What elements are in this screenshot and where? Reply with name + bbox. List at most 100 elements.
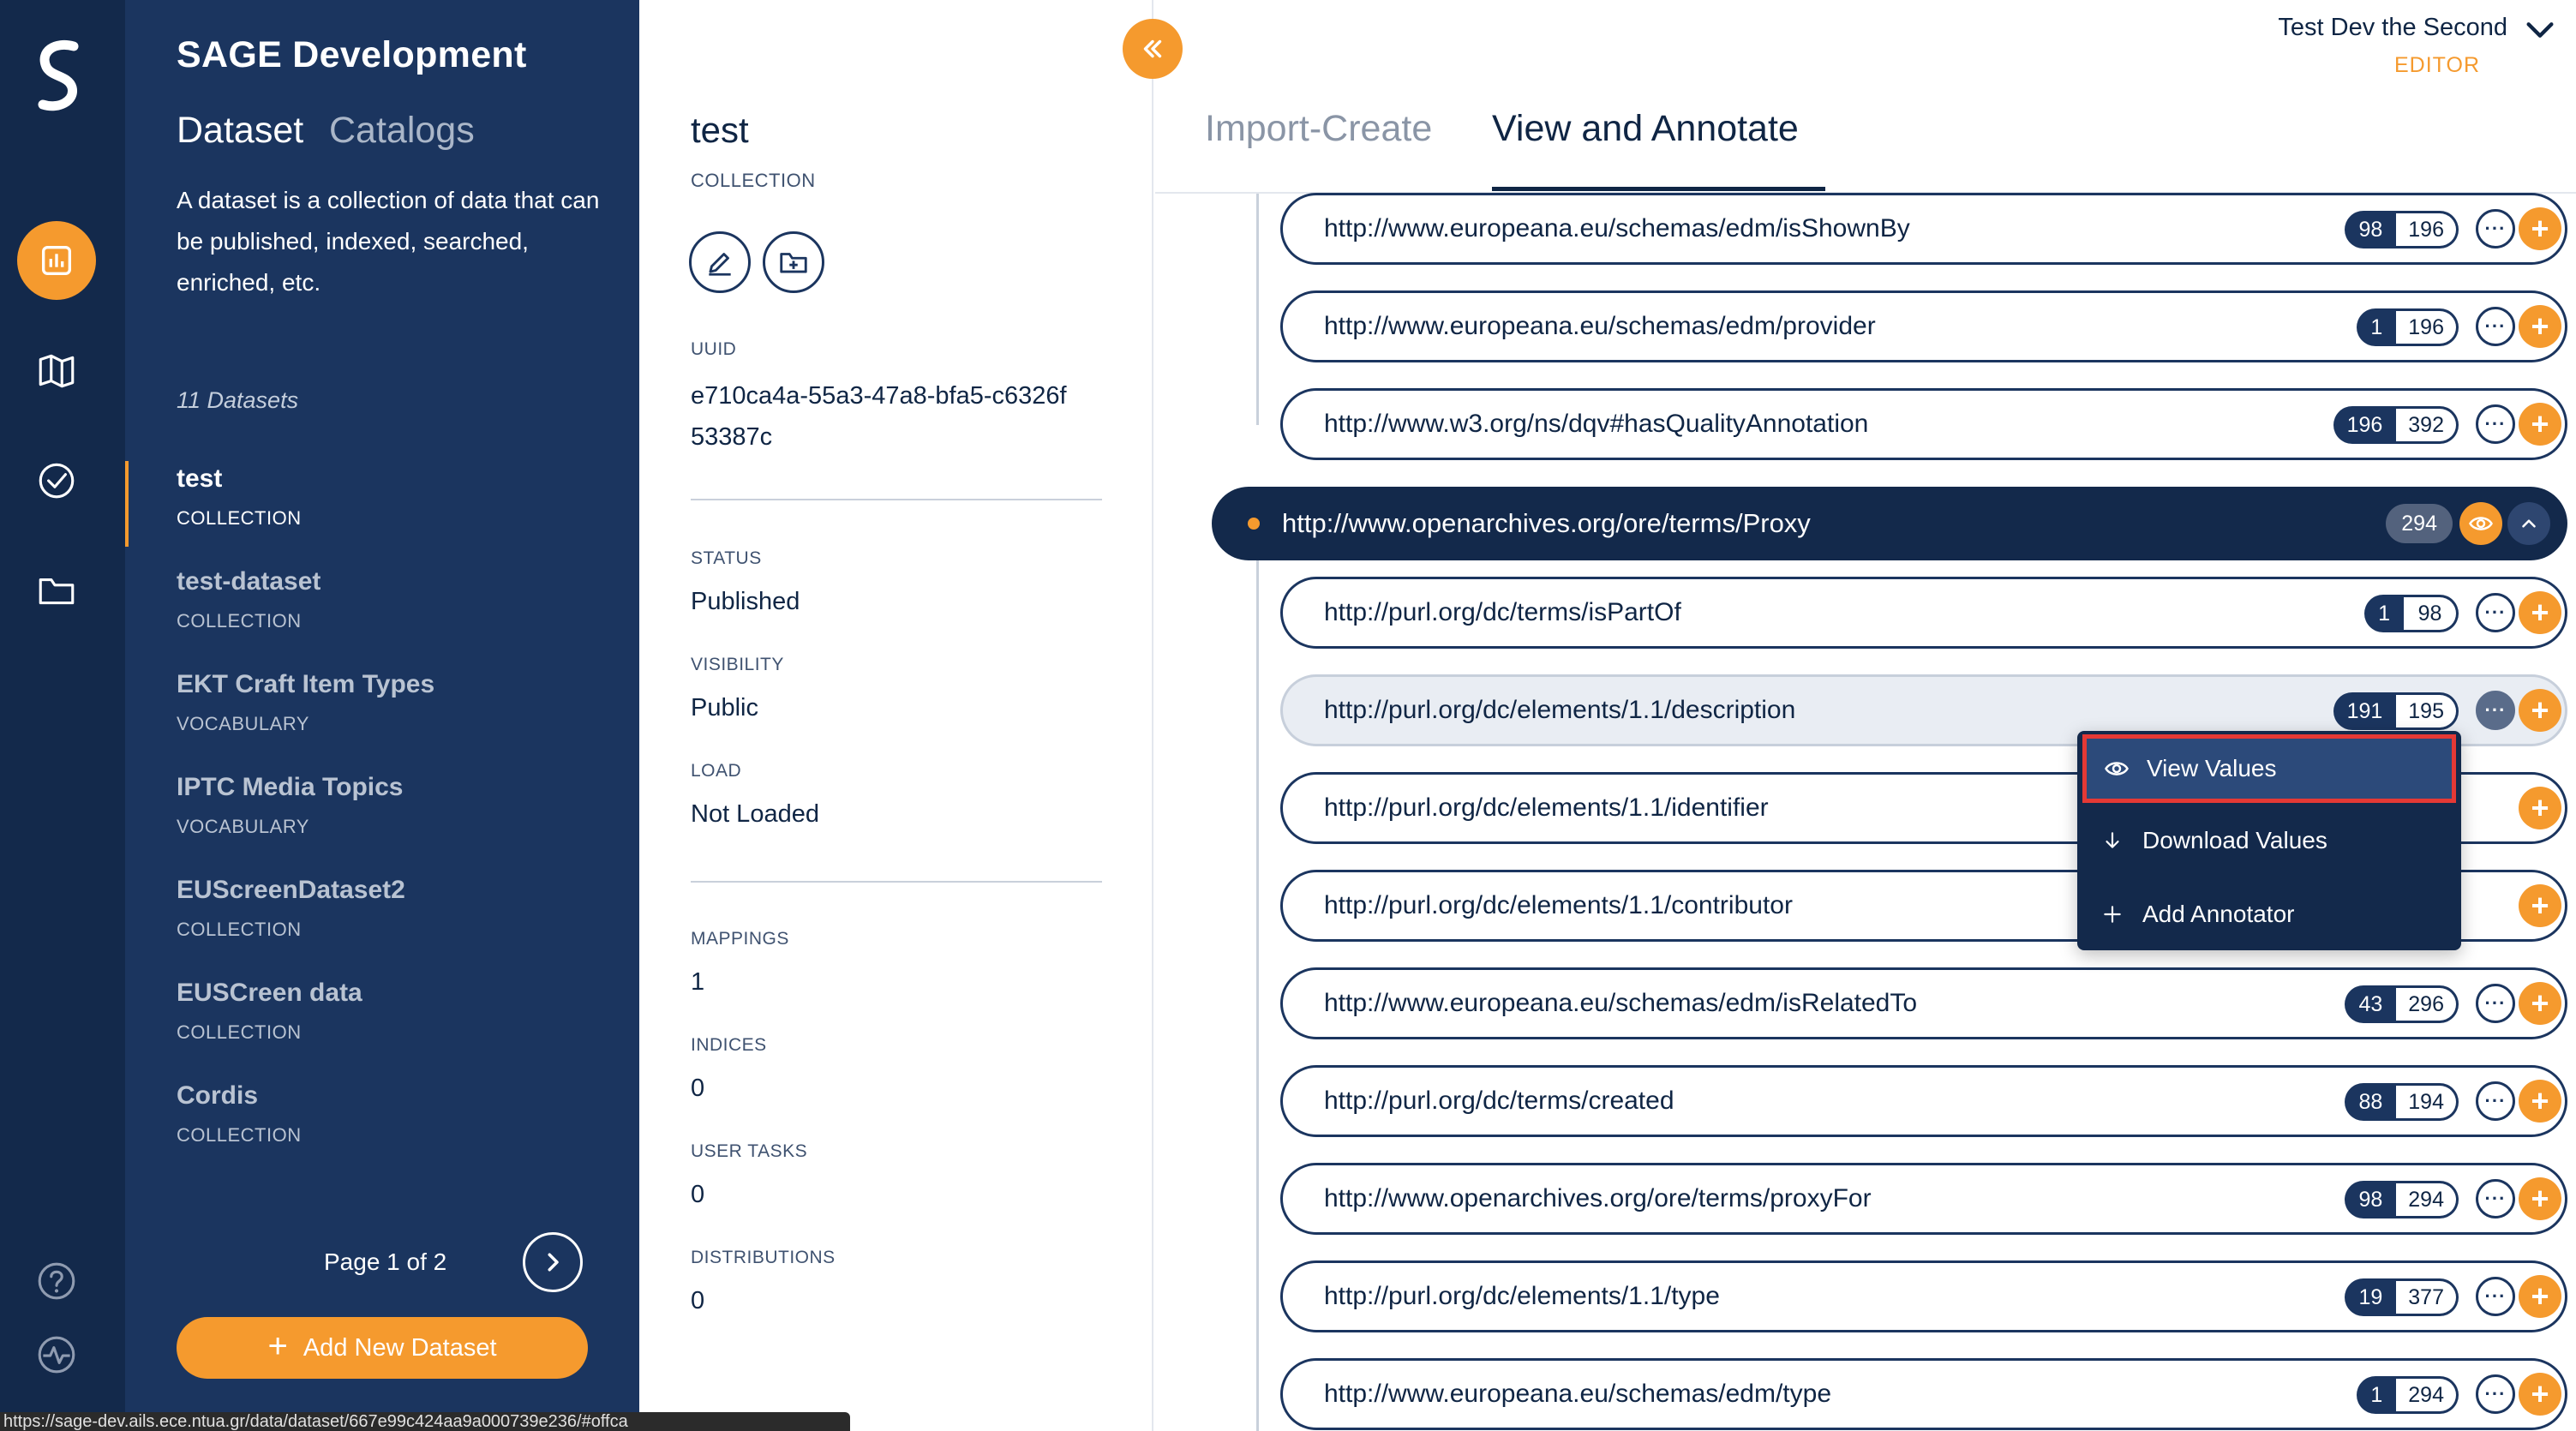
user-tasks-value: 0: [691, 1181, 705, 1208]
eye-icon: [2087, 756, 2147, 781]
count-pill: 1 196: [2357, 308, 2459, 346]
add-button[interactable]: +: [2519, 1177, 2561, 1220]
property-uri: http://purl.org/dc/terms/isPartOf: [1324, 598, 1681, 626]
count-total: 194: [2396, 1083, 2459, 1121]
count-pill: 1 294: [2357, 1376, 2459, 1414]
more-options-button[interactable]: ···: [2476, 1374, 2515, 1414]
property-row[interactable]: http://purl.org/dc/elements/1.1/type 19 3…: [1280, 1260, 2567, 1332]
map-icon[interactable]: [32, 345, 81, 395]
dataset-item[interactable]: EUScreenDataset2 COLLECTION: [177, 876, 588, 970]
more-options-button[interactable]: ···: [2476, 404, 2515, 444]
menu-item-download-values[interactable]: Download Values: [2082, 806, 2456, 875]
property-row[interactable]: http://www.w3.org/ns/dqv#hasQualityAnnot…: [1280, 388, 2567, 460]
dataset-item[interactable]: Cordis COLLECTION: [177, 1081, 588, 1176]
add-to-folder-button[interactable]: [763, 231, 824, 293]
property-uri: http://www.europeana.eu/schemas/edm/type: [1324, 1380, 1832, 1408]
menu-item-label: Add Annotator: [2142, 901, 2295, 927]
visibility-value: Public: [691, 694, 758, 721]
collapse-panel-button[interactable]: [1123, 19, 1183, 79]
add-button[interactable]: +: [2519, 403, 2561, 446]
count-primary: 1: [2357, 1376, 2397, 1414]
more-options-button[interactable]: ···: [2476, 307, 2515, 346]
more-options-button[interactable]: ···: [2476, 1179, 2515, 1218]
property-row[interactable]: http://www.europeana.eu/schemas/edm/isRe…: [1280, 967, 2567, 1039]
dataset-title: test: [691, 110, 749, 150]
dataset-type-label: COLLECTION: [691, 170, 816, 191]
eye-icon[interactable]: [2459, 502, 2502, 545]
property-uri: http://purl.org/dc/elements/1.1/contribu…: [1324, 891, 1793, 919]
status-label: STATUS: [691, 548, 762, 568]
count-total: 377: [2396, 1278, 2459, 1316]
dataset-type: COLLECTION: [177, 1021, 302, 1043]
tab-dataset[interactable]: Dataset: [177, 110, 303, 152]
count-primary: 88: [2345, 1083, 2397, 1121]
load-value: Not Loaded: [691, 800, 819, 828]
help-icon[interactable]: [32, 1256, 81, 1306]
tab-view-and-annotate[interactable]: View and Annotate: [1492, 108, 1799, 150]
logo-icon[interactable]: [24, 38, 93, 115]
add-button[interactable]: +: [2519, 884, 2561, 927]
count-total: 196: [2396, 211, 2459, 248]
chevron-right-icon: [548, 1253, 559, 1272]
dataset-item[interactable]: EKT Craft Item Types VOCABULARY: [177, 670, 588, 764]
menu-item-add-annotator[interactable]: Add Annotator: [2082, 880, 2456, 949]
check-circle-icon[interactable]: [32, 456, 81, 506]
tab-import-create[interactable]: Import-Create: [1205, 108, 1432, 150]
tab-catalogs[interactable]: Catalogs: [329, 110, 475, 152]
more-options-button[interactable]: ···: [2476, 209, 2515, 248]
dataset-item[interactable]: test-dataset COLLECTION: [177, 567, 588, 662]
dataset-name: EKT Craft Item Types: [177, 670, 435, 698]
add-button[interactable]: +: [2519, 787, 2561, 829]
status-value: Published: [691, 588, 800, 615]
next-page-button[interactable]: [523, 1232, 583, 1292]
dataset-item[interactable]: IPTC Media Topics VOCABULARY: [177, 773, 588, 867]
dataset-sidebar: SAGE Development Dataset Catalogs A data…: [125, 0, 639, 1431]
property-row[interactable]: http://www.europeana.eu/schemas/edm/isSh…: [1280, 193, 2567, 265]
activity-icon[interactable]: [32, 1330, 81, 1380]
add-new-dataset-button[interactable]: + Add New Dataset: [177, 1317, 588, 1379]
more-options-button[interactable]: ···: [2476, 691, 2515, 730]
property-row[interactable]: http://purl.org/dc/terms/created 88 194 ·…: [1280, 1065, 2567, 1137]
count-primary: 43: [2345, 985, 2397, 1023]
user-name[interactable]: Test Dev the Second: [2278, 14, 2507, 42]
property-row[interactable]: http://www.europeana.eu/schemas/edm/prov…: [1280, 290, 2567, 362]
property-row[interactable]: http://www.openarchives.org/ore/terms/pr…: [1280, 1163, 2567, 1235]
more-options-button[interactable]: ···: [2476, 593, 2515, 632]
dashboard-icon[interactable]: [17, 221, 96, 300]
add-button[interactable]: +: [2519, 591, 2561, 634]
chevron-up-icon[interactable]: [2507, 502, 2550, 545]
property-uri: http://www.w3.org/ns/dqv#hasQualityAnnot…: [1324, 410, 1869, 438]
count-primary: 191: [2333, 692, 2397, 730]
dataset-item[interactable]: EUSCreen data COLLECTION: [177, 979, 588, 1073]
dataset-item[interactable]: test COLLECTION: [177, 464, 588, 559]
uuid-value: e710ca4a-55a3-47a8-bfa5-c6326f53387c: [691, 382, 1067, 451]
add-new-dataset-label: Add New Dataset: [303, 1333, 497, 1362]
count-total: 392: [2396, 406, 2459, 444]
menu-item-view-values[interactable]: View Values: [2082, 734, 2456, 803]
property-row[interactable]: http://purl.org/dc/terms/isPartOf 1 98 ··…: [1280, 577, 2567, 649]
property-row[interactable]: http://www.europeana.eu/schemas/edm/type…: [1280, 1358, 2567, 1430]
more-options-button[interactable]: ···: [2476, 984, 2515, 1023]
edit-button[interactable]: [689, 231, 751, 293]
count-total: 195: [2396, 692, 2459, 730]
add-button[interactable]: +: [2519, 1373, 2561, 1416]
add-button[interactable]: +: [2519, 207, 2561, 250]
count-pill: 98 294: [2345, 1181, 2459, 1218]
menu-item-label: View Values: [2147, 755, 2277, 781]
indices-value: 0: [691, 1075, 705, 1102]
count-pill: 196 392: [2333, 406, 2459, 444]
property-uri: http://purl.org/dc/terms/created: [1324, 1087, 1674, 1115]
add-button[interactable]: +: [2519, 1080, 2561, 1123]
folder-icon[interactable]: [32, 566, 81, 615]
chevron-down-icon[interactable]: [2523, 17, 2557, 43]
add-button[interactable]: +: [2519, 982, 2561, 1025]
add-button[interactable]: +: [2519, 689, 2561, 732]
add-button[interactable]: +: [2519, 305, 2561, 348]
add-button[interactable]: +: [2519, 1275, 2561, 1318]
more-options-button[interactable]: ···: [2476, 1277, 2515, 1316]
property-actions-menu: View Values Download Values Add Annotato…: [2077, 731, 2461, 950]
divider: [691, 881, 1102, 883]
class-row[interactable]: http://www.openarchives.org/ore/terms/Pr…: [1212, 487, 2567, 560]
more-options-button[interactable]: ···: [2476, 1081, 2515, 1121]
pencil-icon: [709, 253, 731, 276]
